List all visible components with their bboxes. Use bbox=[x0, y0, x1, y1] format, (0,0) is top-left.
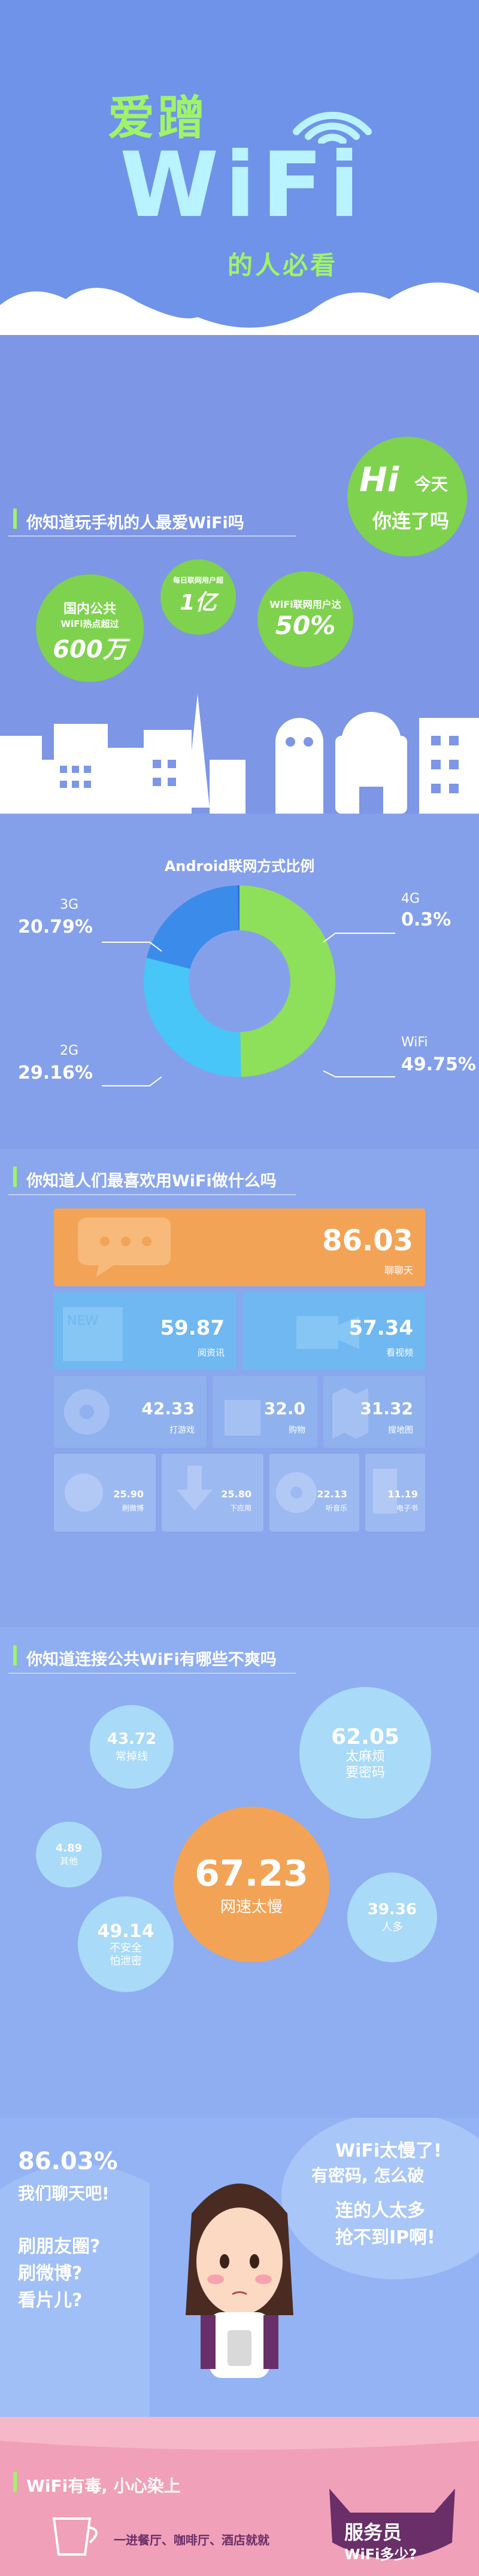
download-icon bbox=[177, 1466, 213, 1511]
game-icon bbox=[64, 1389, 110, 1435]
leader-lines bbox=[102, 933, 395, 1086]
tile-value: 86.03 bbox=[322, 1224, 413, 1257]
title-accent bbox=[13, 508, 17, 529]
bubble-crowded: 39.36 人多 bbox=[347, 1872, 437, 1962]
hi-bubble: Hi 今天 你连了吗 bbox=[347, 437, 467, 556]
music-icon bbox=[276, 1472, 317, 1513]
news-icon: NEW bbox=[63, 1307, 123, 1361]
tile-label: 打游戏 bbox=[169, 1426, 195, 1435]
tile-news: NEW 59.87 阅资讯 bbox=[54, 1292, 237, 1370]
chat-icon bbox=[78, 1217, 171, 1277]
tile-label: 购物 bbox=[289, 1426, 305, 1435]
bubble-other: 4.89 其他 bbox=[36, 1822, 102, 1887]
badge-line-1: 服务员 bbox=[344, 2521, 402, 2544]
title-accent bbox=[13, 1645, 17, 1665]
complaint-line-4: 抢不到IP啊! bbox=[335, 2227, 435, 2248]
tile-value: 42.33 bbox=[141, 1399, 195, 1418]
section-chat-girl: 86.03% 我们聊天吧! 刷朋友圈? 刷微博? 看片儿? WiFi太慢了! 有… bbox=[0, 2118, 479, 2417]
question-weibo: 刷微博? bbox=[18, 2263, 83, 2284]
footer-title: WiFi有毒, 小心染上 bbox=[26, 2476, 181, 2496]
bubble-disconnect: 43.72 常掉线 bbox=[90, 1705, 174, 1789]
tile-value: 57.34 bbox=[348, 1316, 413, 1340]
tile-value: 32.0 bbox=[263, 1399, 305, 1418]
hero-section: 爱蹭 WiFi 的人必看 bbox=[0, 0, 479, 347]
tile-video: 57.34 看视频 bbox=[242, 1292, 425, 1370]
tile-value: 31.32 bbox=[360, 1399, 413, 1418]
tile-label: 刷微博 bbox=[122, 1504, 144, 1512]
stat-bubble-ratio: WiFi联网用户达 50% bbox=[257, 571, 353, 667]
badge-line-2: WiFi多少? bbox=[344, 2546, 417, 2563]
stat-bubble-daily: 每日联网用户超 1亿 bbox=[160, 559, 236, 635]
tile-label: 阅资讯 bbox=[197, 1347, 225, 1358]
chat-percent: 86.03% bbox=[18, 2148, 118, 2175]
city-skyline bbox=[0, 694, 479, 814]
section1-title: 你知道玩手机的人最爱WiFi吗 bbox=[26, 514, 244, 532]
question-movies: 看片儿? bbox=[18, 2290, 83, 2311]
title-accent bbox=[13, 2472, 17, 2492]
section-love-wifi: 你知道玩手机的人最爱WiFi吗 Hi 今天 你连了吗 国内公共 WiFi热点超过… bbox=[0, 335, 479, 814]
shopping-icon bbox=[225, 1400, 260, 1436]
question-moments: 刷朋友圈? bbox=[18, 2236, 101, 2257]
tile-label: 电子书 bbox=[396, 1504, 418, 1512]
tile-chat: 86.03 聊聊天 bbox=[54, 1208, 425, 1286]
divider bbox=[8, 535, 296, 537]
bubble-slow: 67.23 网速太慢 bbox=[174, 1807, 329, 1962]
divider bbox=[8, 1194, 296, 1195]
girl-illustration bbox=[186, 2184, 293, 2378]
bubble-password: 62.05 太麻烦 要密码 bbox=[299, 1687, 431, 1819]
section-android-ratio: Android联网方式比例 3G 20.79% 4G 0.3% 2G 29.16… bbox=[0, 814, 479, 1149]
bubble-unsafe: 49.14 不安全 怕泄密 bbox=[78, 1896, 174, 1992]
section4-title: 你知道连接公共WiFi有哪些不爽吗 bbox=[26, 1651, 277, 1669]
tile-label: 看视频 bbox=[386, 1347, 413, 1358]
tile-game: 42.33 打游戏 bbox=[54, 1376, 207, 1448]
tile-label: 聊聊天 bbox=[384, 1265, 413, 1276]
section-wifi-usage: 你知道人们最喜欢用WiFi做什么吗 86.03 聊聊天 NEW 59.87 阅资… bbox=[0, 1149, 479, 1627]
divider bbox=[8, 1673, 296, 1674]
section3-title: 你知道人们最喜欢用WiFi做什么吗 bbox=[26, 1172, 277, 1190]
complaint-line-3: 连的人太多 bbox=[335, 2200, 425, 2221]
tile-ebook: 11.19 电子书 bbox=[365, 1454, 425, 1531]
tile-value: 11.19 bbox=[387, 1488, 418, 1500]
tile-value: 25.80 bbox=[221, 1488, 251, 1500]
title-accent bbox=[13, 1167, 17, 1187]
tile-music: 22.13 听音乐 bbox=[269, 1454, 359, 1531]
places-text: 一进餐厅、咖啡厅、酒店就就 bbox=[114, 2533, 269, 2547]
tile-shopping: 32.0 购物 bbox=[213, 1376, 317, 1448]
tile-download: 25.80 下应用 bbox=[162, 1454, 263, 1531]
coffee-cup-icon bbox=[52, 2517, 98, 2556]
complaint-line-1: WiFi太慢了! bbox=[335, 2140, 442, 2161]
tile-weibo: 25.90 刷微博 bbox=[54, 1454, 156, 1531]
tile-value: 59.87 bbox=[160, 1316, 225, 1340]
svg-text:NEW: NEW bbox=[67, 1314, 98, 1329]
hero-title-wifi: WiFi bbox=[120, 133, 366, 237]
weibo-icon bbox=[65, 1473, 103, 1512]
tile-map: 31.32 搜地图 bbox=[323, 1376, 425, 1448]
footer-section: WiFi有毒, 小心染上 一进餐厅、咖啡厅、酒店就就 服务员 WiFi多少? bbox=[0, 2417, 479, 2576]
tile-value: 25.90 bbox=[113, 1488, 144, 1500]
chat-text: 我们聊天吧! bbox=[18, 2184, 110, 2203]
section-wifi-complaints: 你知道连接公共WiFi有哪些不爽吗 43.72 常掉线 62.05 太麻烦 要密… bbox=[0, 1627, 479, 2118]
tile-label: 搜地图 bbox=[388, 1426, 413, 1435]
tile-label: 下应用 bbox=[229, 1504, 251, 1512]
tile-value: 22.13 bbox=[317, 1488, 347, 1500]
tile-label: 听音乐 bbox=[325, 1504, 347, 1512]
